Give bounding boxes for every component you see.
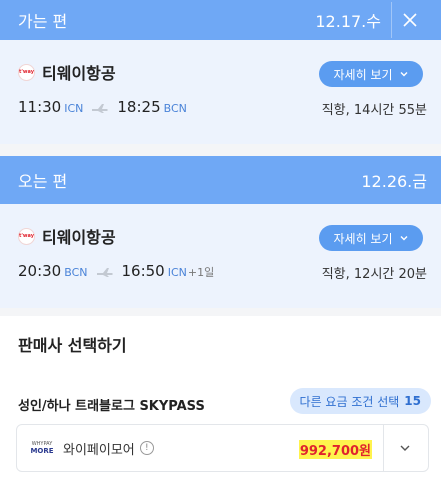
outbound-airline: t'way 티웨이항공 (18, 60, 116, 84)
plane-icon (92, 104, 109, 113)
inbound-detail-button[interactable]: 자세히 보기 (319, 225, 423, 251)
chevron-down-icon (400, 445, 410, 451)
seller-row[interactable]: WHYPAY MORE 와이페이모어 ! 992,700원 (16, 424, 429, 472)
depart-time: 20:30 (18, 262, 62, 280)
seller-logo: WHYPAY MORE (29, 438, 55, 458)
seller-price: 992,700원 (298, 440, 372, 459)
inbound-date: 12.26.금 (361, 172, 427, 191)
seller-name: 와이페이모어 (63, 442, 135, 458)
arrive-code: ICN (167, 266, 187, 279)
plane-icon (96, 268, 113, 277)
airline-logo: t'way (18, 227, 35, 245)
airline-name: 티웨이항공 (42, 228, 116, 247)
outbound-times: 11:30 ICN 18:25 BCN (18, 98, 187, 116)
close-icon (402, 13, 417, 27)
divider (383, 425, 384, 471)
chevron-down-icon (400, 72, 407, 77)
day-offset: +1일 (187, 266, 215, 279)
outbound-flight-card: t'way 티웨이항공 자세히 보기 11:30 ICN 18:25 BCN 직… (0, 40, 441, 144)
chevron-down-icon (400, 236, 407, 241)
expand-button[interactable] (396, 439, 414, 457)
other-fare-count: 15 (404, 394, 421, 408)
other-fare-label: 다른 요금 조건 선택 (299, 394, 400, 409)
arrive-time: 18:25 (117, 98, 161, 116)
inbound-times: 20:30 BCN 16:50 ICN +1일 (18, 262, 214, 280)
depart-code: ICN (64, 102, 84, 115)
flight-duration: 직항, 12시간 20분 (321, 267, 427, 282)
info-icon[interactable]: ! (139, 441, 154, 455)
other-fare-button[interactable]: 다른 요금 조건 선택 15 (289, 388, 431, 414)
fare-condition-name: 성인/하나 트래블로그 SKYPASS (18, 399, 205, 414)
inbound-airline: t'way 티웨이항공 (18, 224, 116, 248)
section-divider (0, 144, 441, 156)
detail-button-label: 자세히 보기 (333, 67, 393, 82)
arrive-time: 16:50 (121, 262, 165, 280)
inbound-header: 오는 편 12.26.금 (0, 156, 441, 204)
close-button[interactable] (391, 2, 427, 38)
seller-logo-bottom: MORE (30, 447, 54, 455)
airline-name: 티웨이항공 (42, 64, 116, 83)
inbound-flight-card: t'way 티웨이항공 자세히 보기 20:30 BCN 16:50 ICN +… (0, 204, 441, 308)
depart-code: BCN (64, 266, 88, 279)
outbound-header: 가는 편 12.17.수 (0, 0, 441, 40)
seller-section-title: 판매사 선택하기 (18, 336, 127, 355)
outbound-label: 가는 편 (18, 12, 68, 31)
outbound-detail-button[interactable]: 자세히 보기 (319, 61, 423, 87)
flight-duration: 직항, 14시간 55분 (321, 103, 427, 118)
section-divider (0, 308, 441, 316)
detail-button-label: 자세히 보기 (333, 231, 393, 246)
depart-time: 11:30 (18, 98, 62, 116)
outbound-date: 12.17.수 (315, 12, 381, 31)
arrive-code: BCN (163, 102, 187, 115)
inbound-label: 오는 편 (18, 172, 68, 191)
airline-logo: t'way (18, 63, 35, 81)
